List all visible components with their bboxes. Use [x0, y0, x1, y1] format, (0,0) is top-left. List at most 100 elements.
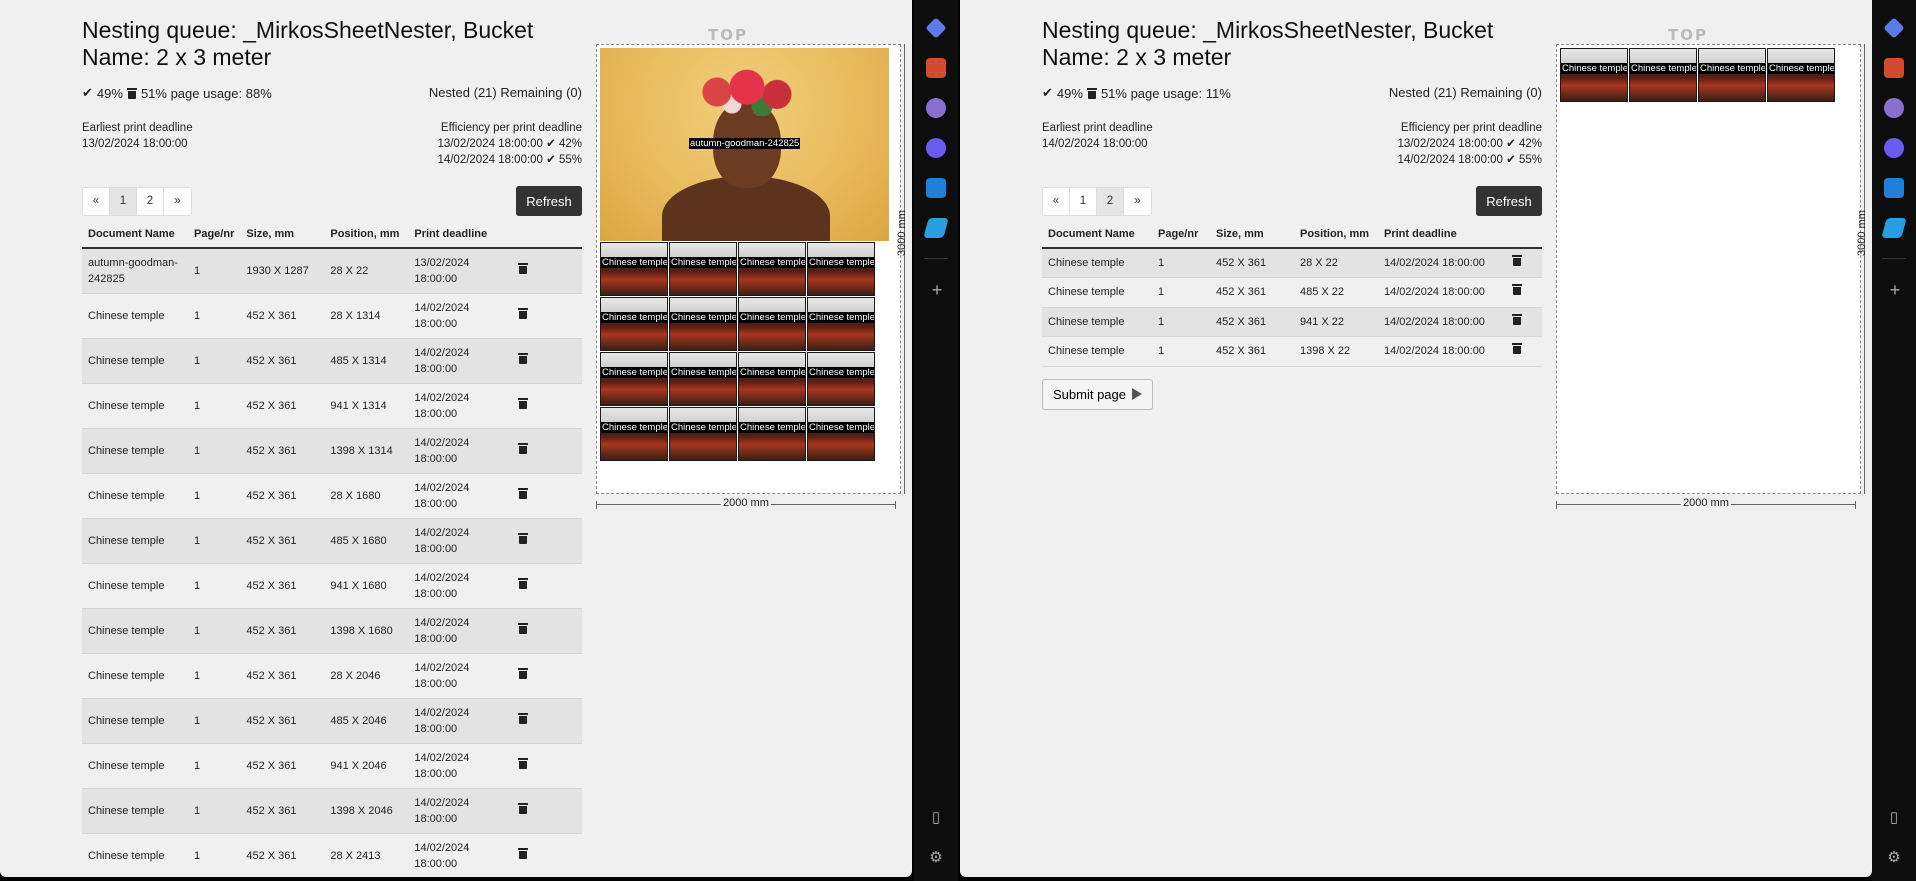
tag-icon[interactable]	[1883, 17, 1905, 39]
col-actions	[1506, 220, 1542, 249]
pager-next[interactable]: »	[1124, 188, 1151, 215]
settings-icon[interactable]: ⚙	[1884, 848, 1904, 868]
add-icon[interactable]: +	[927, 280, 947, 301]
nested-tile[interactable]: Chinese temple	[600, 407, 668, 461]
pager-page-2[interactable]: 2	[1097, 187, 1124, 215]
nested-tile[interactable]: Chinese temple	[1629, 48, 1697, 102]
delete-icon[interactable]	[518, 307, 529, 319]
add-icon[interactable]: +	[1885, 280, 1905, 301]
table-row[interactable]: Chinese temple 1 452 X 361 28 X 22 14/02/202…	[1042, 248, 1542, 278]
nested-tile[interactable]: Chinese temple	[738, 297, 806, 351]
nested-tile[interactable]: Chinese temple	[669, 352, 737, 406]
table-row[interactable]: Chinese temple 1 452 X 361 1398 X 2046 14/02…	[82, 788, 582, 834]
tile-label: Chinese temple	[601, 257, 668, 268]
nested-tile[interactable]: Chinese temple	[807, 352, 875, 406]
pager-prev[interactable]: «	[83, 187, 110, 215]
delete-icon[interactable]	[518, 802, 529, 814]
delete-icon[interactable]	[518, 847, 529, 859]
delete-icon[interactable]	[518, 577, 529, 589]
nesting-panel-page-1: Nesting queue: _MirkosSheetNester, Bucke…	[0, 0, 912, 877]
refresh-button[interactable]: Refresh	[1476, 186, 1542, 216]
submit-page-button[interactable]: Submit page	[1042, 378, 1153, 410]
outlook-icon[interactable]	[1884, 178, 1904, 198]
table-row[interactable]: Chinese temple 1 452 X 361 941 X 1680 14/02/…	[82, 563, 582, 609]
nested-tile[interactable]: Chinese temple	[738, 407, 806, 461]
table-row[interactable]: Chinese temple 1 452 X 361 28 X 1680 14/02/2…	[82, 473, 582, 519]
delete-icon[interactable]	[518, 712, 529, 724]
delete-icon[interactable]	[518, 622, 529, 634]
nested-tile[interactable]: Chinese temple	[1560, 48, 1628, 102]
pager-page-2[interactable]: 2	[137, 187, 164, 215]
table-row[interactable]: Chinese temple 1 452 X 361 485 X 2046 14/02/…	[82, 698, 582, 744]
pager-prev[interactable]: «	[1043, 187, 1070, 215]
send-icon[interactable]	[1881, 218, 1907, 238]
nested-tile[interactable]: Chinese temple	[738, 352, 806, 406]
portrait-image[interactable]: autumn-goodman-242825	[600, 48, 889, 241]
toolbox-icon[interactable]	[926, 58, 946, 78]
refresh-button[interactable]: Refresh	[516, 186, 582, 216]
nested-tile[interactable]: Chinese temple	[807, 242, 875, 296]
doc-name-cell: Chinese temple	[82, 428, 188, 474]
delete-icon[interactable]	[518, 487, 529, 499]
nested-tile[interactable]: Chinese temple	[669, 407, 737, 461]
nested-tile[interactable]: Chinese temple	[807, 407, 875, 461]
pager-next[interactable]: »	[164, 188, 191, 215]
position-cell: 28 X 1680	[324, 473, 409, 519]
delete-icon[interactable]	[1512, 343, 1522, 355]
toolbox-icon[interactable]	[1884, 58, 1904, 78]
delete-icon[interactable]	[1512, 284, 1522, 296]
delete-icon[interactable]	[518, 667, 529, 679]
table-row[interactable]: Chinese temple 1 452 X 361 941 X 22 14/02/20…	[1042, 307, 1542, 337]
table-row[interactable]: Chinese temple 1 452 X 361 485 X 1680 14/02/…	[82, 518, 582, 564]
nested-tile[interactable]: Chinese temple	[738, 242, 806, 296]
delete-icon[interactable]	[518, 532, 529, 544]
delete-icon[interactable]	[1512, 313, 1522, 325]
delete-icon[interactable]	[518, 397, 529, 409]
delete-icon[interactable]	[518, 352, 529, 364]
people-icon[interactable]	[926, 98, 946, 118]
table-row[interactable]: Chinese temple 1 452 X 361 485 X 1314 14/02/…	[82, 338, 582, 384]
table-row[interactable]: Chinese temple 1 452 X 361 28 X 2046 14/02/2…	[82, 653, 582, 699]
page-nr-cell: 1	[188, 428, 241, 474]
people-icon[interactable]	[1884, 98, 1904, 118]
nested-tile[interactable]: Chinese temple	[669, 297, 737, 351]
nested-tile[interactable]: Chinese temple	[600, 297, 668, 351]
table-row[interactable]: Chinese temple 1 452 X 361 1398 X 1680 14/02…	[82, 608, 582, 654]
table-row[interactable]: Chinese temple 1 452 X 361 28 X 2413 14/02/2…	[82, 833, 582, 877]
table-row[interactable]: Chinese temple 1 452 X 361 941 X 2046 14/02/…	[82, 743, 582, 789]
tile-label: Chinese temple	[739, 257, 806, 268]
sidebar-toggle-icon[interactable]: ▯	[1884, 808, 1904, 828]
col-document-name: Document Name	[1042, 220, 1152, 249]
table-body: Chinese temple 1 452 X 361 28 X 22 14/02/202…	[1042, 248, 1542, 367]
table-row[interactable]: Chinese temple 1 452 X 361 28 X 1314 14/02/2…	[82, 293, 582, 339]
settings-icon[interactable]: ⚙	[926, 848, 946, 868]
tile-label: Chinese temple	[1768, 63, 1835, 74]
delete-icon[interactable]	[1512, 255, 1522, 266]
copilot-icon[interactable]	[926, 138, 946, 158]
col-size: Size, mm	[240, 220, 325, 249]
delete-icon[interactable]	[518, 757, 529, 769]
nested-tile[interactable]: Chinese temple	[1698, 48, 1766, 102]
nested-tile[interactable]: Chinese temple	[669, 242, 737, 296]
delete-icon[interactable]	[518, 442, 529, 454]
send-icon[interactable]	[923, 218, 949, 238]
nested-tile[interactable]: Chinese temple	[807, 297, 875, 351]
table-row[interactable]: Chinese temple 1 452 X 361 941 X 1314 14/02/…	[82, 383, 582, 429]
copilot-icon[interactable]	[1884, 138, 1904, 158]
size-cell: 452 X 361	[240, 743, 325, 789]
nested-tile[interactable]: Chinese temple	[1767, 48, 1835, 102]
delete-icon[interactable]	[518, 262, 529, 274]
pager-page-1[interactable]: 1	[110, 187, 137, 215]
outlook-icon[interactable]	[926, 178, 946, 198]
sidebar-toggle-icon[interactable]: ▯	[926, 808, 946, 828]
pager-page-1[interactable]: 1	[1070, 187, 1097, 215]
table-row[interactable]: Chinese temple 1 452 X 361 1398 X 1314 14/02…	[82, 428, 582, 474]
table-row[interactable]: autumn-goodman-242825 1 1930 X 1287 28 X 22…	[82, 248, 582, 294]
page-nr-cell: 1	[188, 293, 241, 339]
tag-icon[interactable]	[925, 17, 947, 39]
doc-name-cell: Chinese temple	[82, 608, 188, 654]
table-row[interactable]: Chinese temple 1 452 X 361 485 X 22 14/02/20…	[1042, 277, 1542, 308]
nested-tile[interactable]: Chinese temple	[600, 242, 668, 296]
table-row[interactable]: Chinese temple 1 452 X 361 1398 X 22 14/02/2…	[1042, 336, 1542, 367]
nested-tile[interactable]: Chinese temple	[600, 352, 668, 406]
